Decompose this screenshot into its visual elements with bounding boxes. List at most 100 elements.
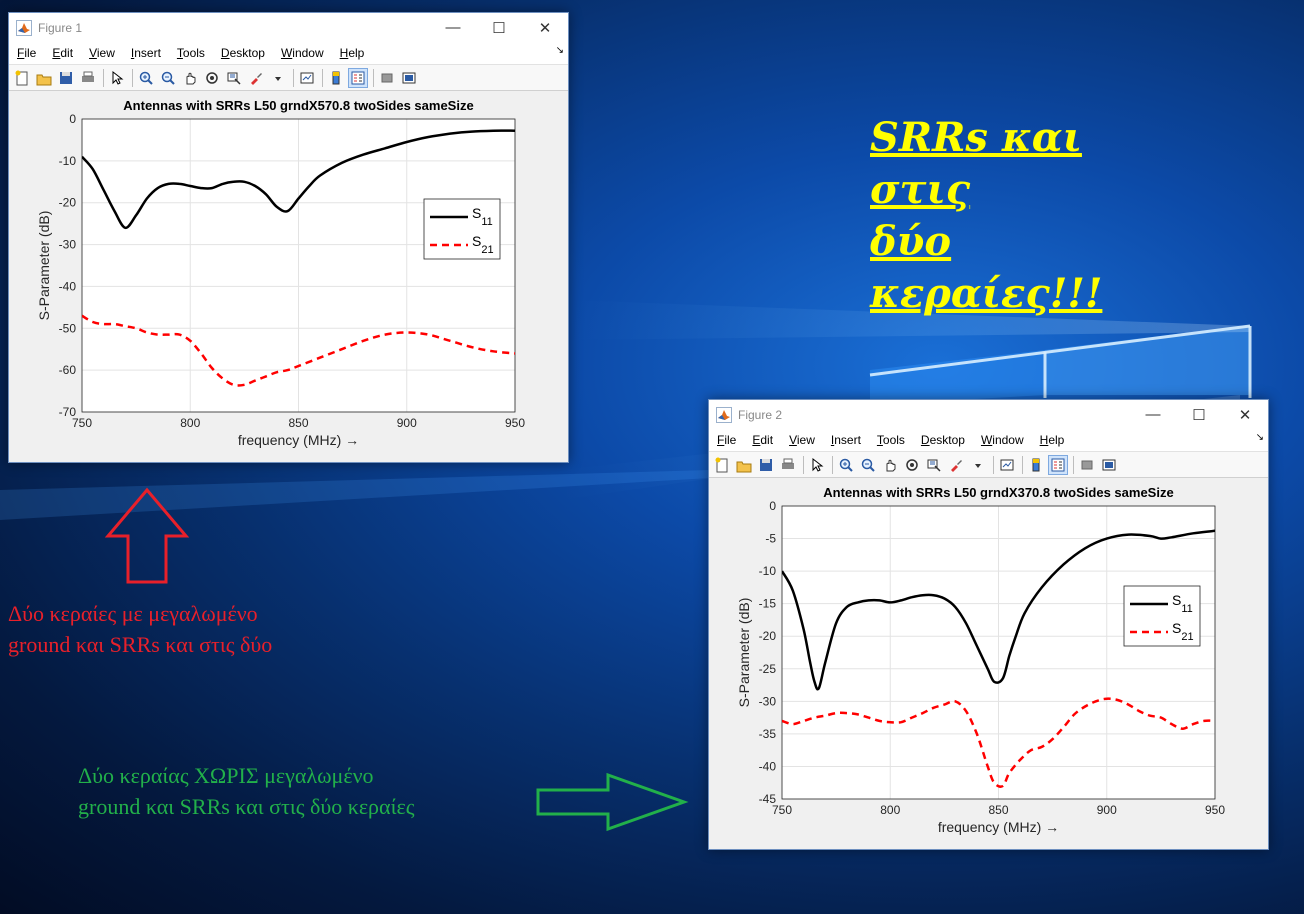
plot-svg[interactable]: 750 800 850 900 9500-5-10-15-20-25-30-35-40-… xyxy=(709,478,1266,849)
pointer-icon[interactable] xyxy=(107,68,127,88)
menu-window[interactable]: Window xyxy=(981,433,1024,447)
close-button[interactable]: ✕ xyxy=(1222,400,1268,429)
menu-tools[interactable]: Tools xyxy=(177,46,205,60)
minimize-button[interactable]: — xyxy=(1130,400,1176,429)
menu-window[interactable]: Window xyxy=(281,46,324,60)
menu-insert[interactable]: Insert xyxy=(131,46,161,60)
figure-window-2[interactable]: Figure 2 — ☐ ✕ File Edit View Insert Tools De… xyxy=(708,399,1269,850)
save-icon[interactable] xyxy=(56,68,76,88)
toolbar-separator xyxy=(1073,455,1074,474)
link-plot-icon[interactable] xyxy=(997,455,1017,475)
green-right-arrow-icon xyxy=(536,772,689,832)
toolbar-separator xyxy=(803,455,804,474)
green-note-line-2: ground και SRRs και στις δύο κεραίες xyxy=(78,794,415,819)
menu-file[interactable]: File xyxy=(17,46,36,60)
y-tick-label: -10 xyxy=(59,154,77,168)
open-file-icon[interactable] xyxy=(734,455,754,475)
toolbar-separator xyxy=(373,68,374,87)
menu-edit[interactable]: Edit xyxy=(752,433,773,447)
minimize-button[interactable]: — xyxy=(430,13,476,42)
y-tick-label: -30 xyxy=(759,694,777,708)
maximize-button[interactable]: ☐ xyxy=(476,13,522,42)
rotate-icon[interactable] xyxy=(202,68,222,88)
data-cursor-icon[interactable] xyxy=(924,455,944,475)
title-bar[interactable]: Figure 1 — ☐ ✕ xyxy=(9,13,568,42)
rotate-icon[interactable] xyxy=(902,455,922,475)
menu-bar: File Edit View Insert Tools Desktop Window Help… xyxy=(9,42,568,64)
print-icon[interactable] xyxy=(778,455,798,475)
close-button[interactable]: ✕ xyxy=(522,13,568,42)
dropdown-arrow-icon[interactable] xyxy=(968,455,988,475)
green-note-line-1: Δύο κεραίας ΧΩΡΙΣ μεγαλωμένο xyxy=(78,763,374,788)
zoom-out-icon[interactable] xyxy=(858,455,878,475)
menu-desktop[interactable]: Desktop xyxy=(221,46,265,60)
menu-help[interactable]: Help xyxy=(1040,433,1065,447)
print-icon[interactable] xyxy=(78,68,98,88)
title-bar[interactable]: Figure 2 — ☐ ✕ xyxy=(709,400,1268,429)
maximize-button[interactable]: ☐ xyxy=(1176,400,1222,429)
y-tick-label: -5 xyxy=(765,532,776,546)
zoom-out-icon[interactable] xyxy=(158,68,178,88)
link-plot-icon[interactable] xyxy=(297,68,317,88)
toolbar-separator xyxy=(832,455,833,474)
figure-window-1[interactable]: Figure 1 — ☐ ✕ File Edit View Insert Tools De… xyxy=(8,12,569,463)
toolbar-separator xyxy=(103,68,104,87)
headline-line-2: δύο κεραίες!!! xyxy=(870,218,1103,317)
y-tick-label: -10 xyxy=(759,564,777,578)
y-tick-label: 0 xyxy=(769,499,776,513)
window-title: Figure 1 xyxy=(38,20,83,35)
show-tools-icon[interactable] xyxy=(1099,455,1119,475)
legend-icon[interactable] xyxy=(348,67,368,88)
y-tick-label: -35 xyxy=(759,727,777,741)
headline-line-1: SRRs και στις xyxy=(870,114,1082,213)
dropdown-arrow-icon[interactable] xyxy=(268,68,288,88)
y-tick-label: -40 xyxy=(759,759,777,773)
matlab-logo-icon xyxy=(716,406,732,423)
pointer-icon[interactable] xyxy=(807,455,827,475)
dock-arrow-icon[interactable]: ↘ xyxy=(1256,432,1264,443)
show-tools-icon[interactable] xyxy=(399,68,419,88)
brush-icon[interactable] xyxy=(946,455,966,475)
y-tick-label: -25 xyxy=(759,662,777,676)
new-figure-icon[interactable] xyxy=(12,68,32,88)
red-note-line-2: ground και SRRs και στις δύο xyxy=(8,632,273,657)
menu-tools[interactable]: Tools xyxy=(877,433,905,447)
menu-desktop[interactable]: Desktop xyxy=(921,433,965,447)
zoom-in-icon[interactable] xyxy=(836,455,856,475)
red-annotation: Δύο κεραίες με μεγαλωμένο ground και SRR… xyxy=(8,598,272,660)
pan-icon[interactable] xyxy=(180,68,200,88)
colorbar-icon[interactable] xyxy=(326,68,346,88)
menu-insert[interactable]: Insert xyxy=(831,433,861,447)
y-tick-label: -50 xyxy=(59,321,77,335)
pan-icon[interactable] xyxy=(880,455,900,475)
menu-view[interactable]: View xyxy=(89,46,115,60)
toolbar-separator xyxy=(1022,455,1023,474)
menu-help[interactable]: Help xyxy=(340,46,365,60)
y-tick-label: -60 xyxy=(59,363,77,377)
toolbar-separator xyxy=(993,455,994,474)
red-note-line-1: Δύο κεραίες με μεγαλωμένο xyxy=(8,601,258,626)
menu-edit[interactable]: Edit xyxy=(52,46,73,60)
x-tick-label: 900 xyxy=(1097,803,1117,817)
save-icon[interactable] xyxy=(756,455,776,475)
hide-tools-icon[interactable] xyxy=(1077,455,1097,475)
menu-view[interactable]: View xyxy=(789,433,815,447)
new-figure-icon[interactable] xyxy=(712,455,732,475)
x-axis-label: frequency (MHz) → xyxy=(238,432,359,448)
hide-tools-icon[interactable] xyxy=(377,68,397,88)
dock-arrow-icon[interactable]: ↘ xyxy=(556,45,564,56)
data-cursor-icon[interactable] xyxy=(224,68,244,88)
toolbar-separator xyxy=(293,68,294,87)
open-file-icon[interactable] xyxy=(34,68,54,88)
toolbar-separator xyxy=(132,68,133,87)
y-tick-label: -70 xyxy=(59,405,77,419)
zoom-in-icon[interactable] xyxy=(136,68,156,88)
menu-bar: File Edit View Insert Tools Desktop Window Help… xyxy=(709,429,1268,451)
y-tick-label: -20 xyxy=(59,196,77,210)
colorbar-icon[interactable] xyxy=(1026,455,1046,475)
brush-icon[interactable] xyxy=(246,68,266,88)
legend-icon[interactable] xyxy=(1048,454,1068,475)
plot-svg[interactable]: 750 800 850 900 9500-10-20-30-40-50-60-70Ant… xyxy=(9,91,566,462)
menu-file[interactable]: File xyxy=(717,433,736,447)
figure-canvas: 750 800 850 900 950 0 -10 -20 -30 -40 -50 -60 -70 Ant… xyxy=(9,91,568,462)
